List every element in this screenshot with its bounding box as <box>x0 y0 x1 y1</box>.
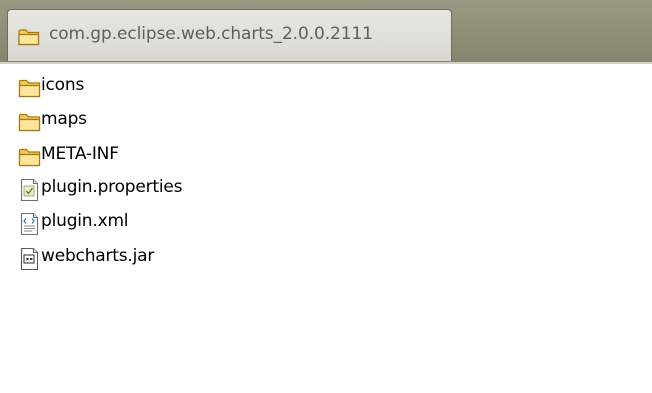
folder-icon <box>18 28 40 46</box>
list-item-meta-inf[interactable]: META-INF <box>18 143 338 169</box>
folder-icon <box>18 110 42 134</box>
list-item-icons[interactable]: icons <box>18 74 338 100</box>
file-name: plugin.properties <box>41 177 183 197</box>
explorer-window: com.gp.eclipse.web.charts_2.0.0.2111 ico… <box>0 0 652 393</box>
file-name: plugin.xml <box>41 211 129 231</box>
file-name: maps <box>41 109 87 129</box>
list-item-webcharts-jar[interactable]: webcharts.jar <box>18 245 338 271</box>
folder-icon <box>18 76 42 100</box>
file-name: META-INF <box>41 144 119 164</box>
title-bar: com.gp.eclipse.web.charts_2.0.0.2111 <box>0 0 652 62</box>
xml-file-icon <box>18 212 42 236</box>
folder-icon <box>18 145 42 169</box>
file-list: icons maps META-INF plugin.properties pl… <box>0 64 652 393</box>
list-item-plugin-properties[interactable]: plugin.properties <box>18 176 338 202</box>
window-title: com.gp.eclipse.web.charts_2.0.0.2111 <box>49 24 373 44</box>
list-item-plugin-xml[interactable]: plugin.xml <box>18 210 338 236</box>
properties-file-icon <box>18 178 42 202</box>
folder-path-tab[interactable]: com.gp.eclipse.web.charts_2.0.0.2111 <box>7 9 452 61</box>
list-item-maps[interactable]: maps <box>18 108 338 134</box>
jar-file-icon <box>18 247 42 271</box>
file-name: webcharts.jar <box>41 246 155 266</box>
file-name: icons <box>41 75 85 95</box>
